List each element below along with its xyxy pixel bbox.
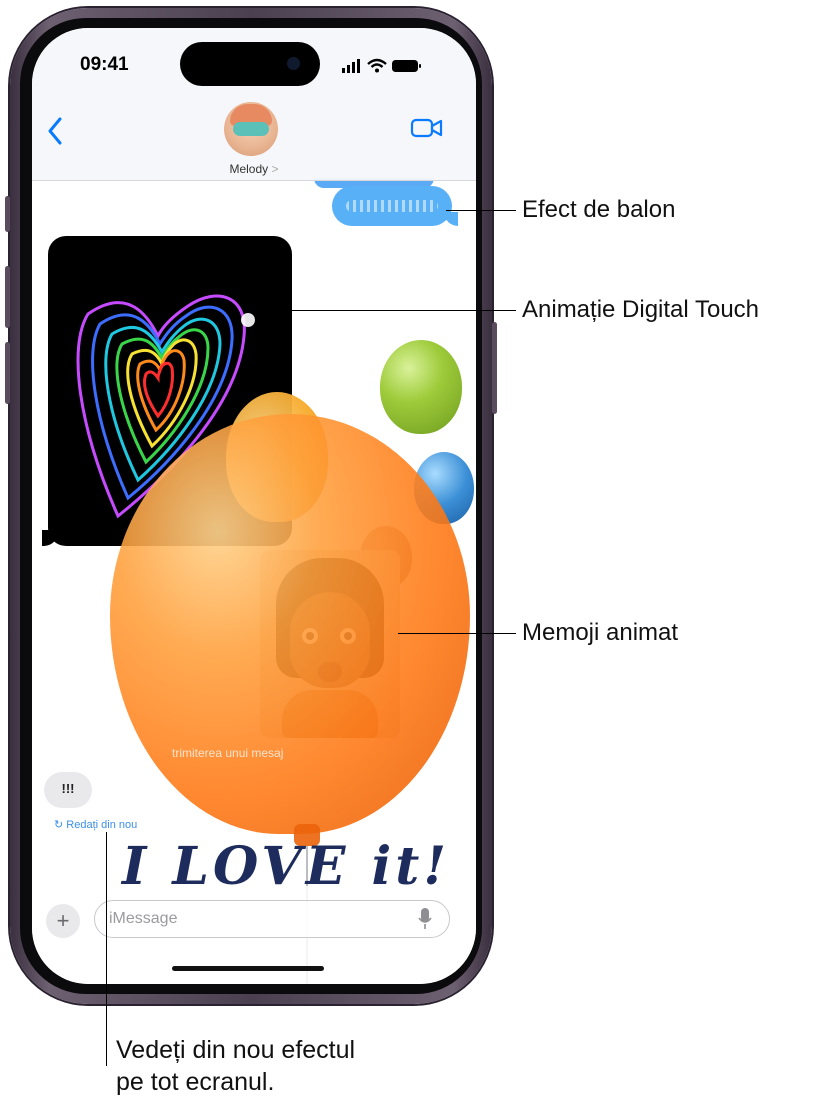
action-button [5, 196, 10, 232]
back-chevron-icon[interactable] [46, 116, 64, 146]
green-balloon [380, 340, 462, 434]
callout-replay-line1: Vedeți din nou efectul [116, 1036, 356, 1064]
contact-chevron: > [271, 162, 279, 176]
callout-bubble-effect: Efect de balon [522, 196, 676, 223]
replay-icon: ↻ [54, 819, 67, 831]
replay-effect-link[interactable]: ↻ Redați din nou [54, 818, 137, 831]
home-indicator[interactable] [172, 966, 324, 971]
callout-line-bubble-effect [446, 210, 516, 211]
invisible-ink-sparkles [346, 200, 438, 212]
volume-down-button [5, 342, 10, 404]
battery-icon [392, 60, 421, 72]
callout-replay: Vedeți din nou efectul pe tot ecranul. [116, 1034, 355, 1098]
callout-line-memoji [398, 633, 516, 634]
status-icons [342, 58, 421, 73]
power-button [492, 322, 497, 414]
apps-plus-button[interactable]: + [46, 904, 80, 938]
plus-icon: + [56, 908, 70, 933]
bubble-tail [444, 212, 458, 226]
callout-replay-line2: pe tot ecranul. [116, 1068, 275, 1096]
avatar-mask [233, 122, 269, 136]
reaction-text: !!! [61, 781, 75, 796]
callout-digital-touch: Animație Digital Touch [522, 296, 760, 323]
large-orange-balloon [110, 414, 470, 834]
status-time: 09:41 [80, 54, 129, 75]
signal-icon [342, 59, 360, 73]
volume-up-button [5, 266, 10, 328]
conversation-header: 09:41 Melody > [32, 28, 476, 181]
front-camera [287, 57, 300, 70]
messages-screen: trimiterea unui mesaj !!! ↻ Redați din n… [32, 28, 476, 984]
contact-name[interactable]: Melody > [32, 162, 476, 176]
replay-label: Redați din nou [66, 819, 138, 831]
imessage-input[interactable] [94, 900, 450, 938]
callout-memoji: Memoji animat [522, 619, 679, 646]
callout-line-digital-touch [288, 310, 516, 311]
contact-avatar[interactable] [224, 102, 278, 156]
microphone-icon[interactable] [418, 908, 432, 930]
status-bar: 09:41 [32, 28, 476, 98]
contact-name-text: Melody [229, 162, 269, 176]
callout-line-replay [106, 832, 107, 1066]
reaction-message-bubble[interactable]: !!! [44, 772, 92, 808]
balloon-effect-bubble[interactable] [332, 186, 458, 226]
facetime-video-icon[interactable] [410, 116, 444, 140]
sending-status-text: trimiterea unui mesaj [172, 746, 284, 760]
dynamic-island [180, 42, 320, 86]
wifi-icon [367, 58, 387, 73]
